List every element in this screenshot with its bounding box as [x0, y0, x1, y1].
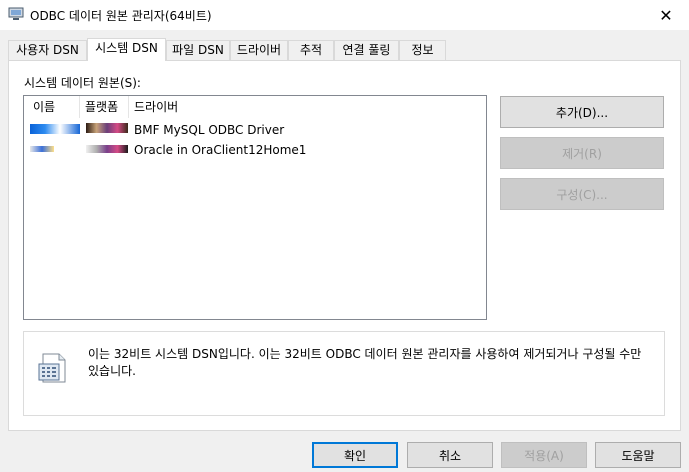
tab-system-dsn[interactable]: 시스템 DSN: [87, 38, 166, 61]
list-item[interactable]: BMF MySQL ODBC Driver: [24, 120, 486, 140]
ok-button[interactable]: 확인: [312, 442, 398, 468]
driver-cell: Oracle in OraClient12Home1: [134, 143, 307, 157]
tab-user-dsn[interactable]: 사용자 DSN: [8, 40, 87, 60]
odbc-app-icon: [8, 7, 24, 20]
configure-button[interactable]: 구성(C)...: [500, 178, 664, 210]
list-header: 이름 플랫폼 드라이버: [24, 96, 486, 118]
data-source-info-icon: [38, 353, 66, 383]
title-bar: ODBC 데이터 원본 관리자(64비트) ✕: [0, 0, 689, 30]
dsn-list[interactable]: 이름 플랫폼 드라이버 BMF MySQL ODBC Driver Oracle…: [23, 95, 487, 320]
column-header-name[interactable]: 이름: [33, 98, 55, 116]
info-box: 이는 32비트 시스템 DSN입니다. 이는 32비트 ODBC 데이터 원본 …: [23, 331, 665, 416]
add-button[interactable]: 추가(D)...: [500, 96, 664, 128]
redacted-platform: [86, 123, 128, 133]
tab-drivers[interactable]: 드라이버: [230, 40, 288, 60]
apply-button[interactable]: 적용(A): [501, 442, 587, 468]
remove-button[interactable]: 제거(R): [500, 137, 664, 169]
window-title: ODBC 데이터 원본 관리자(64비트): [30, 9, 212, 23]
system-data-sources-label: 시스템 데이터 원본(S):: [24, 76, 141, 90]
tab-file-dsn[interactable]: 파일 DSN: [166, 40, 230, 60]
column-header-platform[interactable]: 플랫폼: [85, 98, 118, 116]
info-text: 이는 32비트 시스템 DSN입니다. 이는 32비트 ODBC 데이터 원본 …: [88, 347, 642, 378]
column-header-driver[interactable]: 드라이버: [134, 98, 178, 116]
close-button[interactable]: ✕: [643, 0, 689, 30]
driver-cell: BMF MySQL ODBC Driver: [134, 123, 285, 137]
column-separator[interactable]: [79, 96, 80, 118]
tab-connection-pooling[interactable]: 연결 풀링: [334, 40, 399, 60]
redacted-name: [30, 146, 54, 152]
redacted-platform: [86, 145, 128, 153]
help-button[interactable]: 도움말: [595, 442, 681, 468]
redacted-name: [30, 124, 80, 134]
column-separator[interactable]: [128, 96, 129, 118]
list-item[interactable]: Oracle in OraClient12Home1: [24, 140, 486, 160]
tab-tracing[interactable]: 추적: [288, 40, 334, 60]
close-icon: ✕: [659, 5, 673, 25]
tab-about[interactable]: 정보: [399, 40, 446, 60]
cancel-button[interactable]: 취소: [407, 442, 493, 468]
